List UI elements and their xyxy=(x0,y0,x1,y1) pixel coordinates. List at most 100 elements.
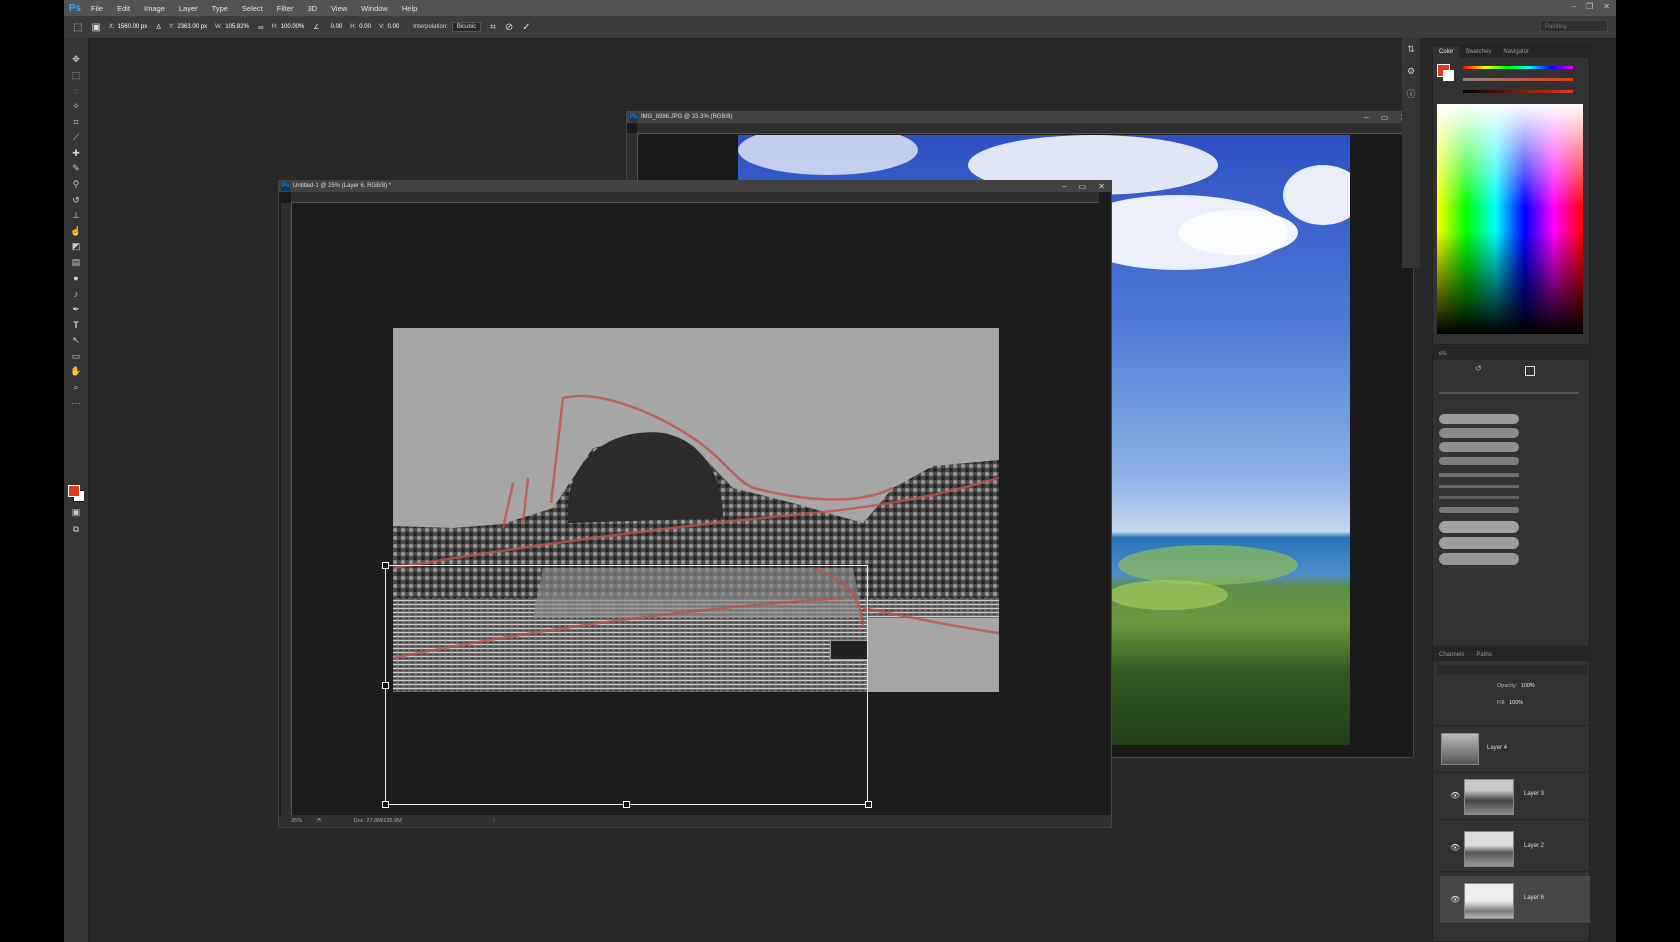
menu-image[interactable]: Image xyxy=(137,4,172,13)
doc-size-info[interactable]: Doc: 27.8M/135.9M xyxy=(354,818,402,824)
brightness-slider[interactable] xyxy=(1463,90,1573,93)
new-brush-icon[interactable] xyxy=(1525,366,1535,376)
tab-swatches[interactable]: Swatches xyxy=(1459,46,1497,58)
tab-channels[interactable]: Channels xyxy=(1433,649,1470,661)
visibility-eye-icon[interactable]: 👁 xyxy=(1450,843,1460,852)
document-tab-front[interactable]: Ps Untitled-1 @ 25% (Layer 6, RGB/8) * –… xyxy=(279,181,1111,192)
quick-mask-icon[interactable]: ▣ xyxy=(64,505,88,521)
menu-filter[interactable]: Filter xyxy=(270,4,301,13)
tab-paths[interactable]: Paths xyxy=(1470,649,1497,661)
chevron-right-icon[interactable]: › xyxy=(493,818,495,824)
eyedropper-tool-icon[interactable]: ⟋ xyxy=(64,130,88,146)
cancel-transform-icon[interactable]: ⊘ xyxy=(505,22,513,33)
layer-row[interactable]: Layer 4 xyxy=(1433,725,1589,773)
zoom-tool-icon[interactable]: ⌕ xyxy=(64,379,88,395)
visibility-eye-icon[interactable]: 👁 xyxy=(1450,791,1460,800)
healing-tool-icon[interactable]: ✚ xyxy=(64,146,88,162)
bg-color-swatch[interactable] xyxy=(1443,70,1454,81)
reset-icon[interactable]: ↺ xyxy=(1475,364,1482,373)
info-icon[interactable]: ⓘ xyxy=(1402,82,1420,104)
lasso-tool-icon[interactable]: ◌ xyxy=(64,83,88,99)
brush-tool-icon[interactable]: ✎ xyxy=(64,161,88,177)
clone-stamp-tool-icon[interactable]: ⚲ xyxy=(64,177,88,193)
fill-field[interactable]: 100% xyxy=(1509,700,1523,706)
marquee-tool-icon[interactable]: ⬚ xyxy=(64,68,88,84)
screen-mode-icon[interactable]: ⧉ xyxy=(64,522,88,538)
angle-field[interactable]: 0.00 xyxy=(331,24,343,30)
rectangle-tool-icon[interactable]: ▭ xyxy=(64,348,88,364)
path-selection-tool-icon[interactable]: ↖ xyxy=(64,333,88,349)
color-spectrum[interactable] xyxy=(1437,104,1583,334)
tool-preset-icon[interactable]: ⬚ xyxy=(73,22,82,33)
transform-handle[interactable] xyxy=(382,801,389,808)
gradient-tool-icon[interactable]: ▤ xyxy=(64,255,88,271)
hue-slider[interactable] xyxy=(1463,66,1573,69)
opacity-field[interactable]: 100% xyxy=(1521,683,1535,689)
h-field[interactable]: 100.00% xyxy=(281,24,305,30)
interpolation-select[interactable]: Bicubic xyxy=(451,22,482,32)
menu-view[interactable]: View xyxy=(324,4,354,13)
brush-stroke-list[interactable] xyxy=(1439,410,1519,630)
menu-edit[interactable]: Edit xyxy=(110,4,137,13)
magic-wand-tool-icon[interactable]: ✧ xyxy=(64,99,88,115)
transform-handle[interactable] xyxy=(382,562,389,569)
blur-tool-icon[interactable]: ● xyxy=(64,270,88,286)
reference-point-icon[interactable]: ▣ xyxy=(91,22,100,33)
warp-icon[interactable]: ⌗ xyxy=(490,22,496,33)
pen-tool-icon[interactable]: ✒ xyxy=(64,302,88,318)
menu-file[interactable]: File xyxy=(84,4,110,13)
layer-row-selected[interactable]: 👁 Layer 6 xyxy=(1440,876,1590,924)
link-icon[interactable]: ∞ xyxy=(258,23,264,32)
menu-layer[interactable]: Layer xyxy=(172,4,205,13)
move-tool-icon[interactable]: ✥ xyxy=(64,52,88,68)
transform-handle[interactable] xyxy=(382,682,389,689)
history-brush-tool-icon[interactable]: ↺ xyxy=(64,192,88,208)
menu-type[interactable]: Type xyxy=(205,4,235,13)
dodge-tool-icon[interactable]: ♪ xyxy=(64,286,88,302)
hand-tool-icon[interactable]: ✋ xyxy=(64,364,88,380)
history-icon[interactable]: ⇅ xyxy=(1402,38,1420,60)
properties-icon[interactable]: ⚙ xyxy=(1402,60,1420,82)
menu-help[interactable]: Help xyxy=(395,4,424,13)
layer-row[interactable]: 👁 Layer 2 xyxy=(1440,824,1590,872)
document-tab-back[interactable]: Ps IMG_8986.JPG @ 33.3% (RGB/8) –▭✕ xyxy=(627,112,1413,123)
y-field[interactable]: 2363.00 px xyxy=(177,24,207,30)
close-icon[interactable]: ✕ xyxy=(1098,181,1105,192)
transform-handle[interactable] xyxy=(865,801,872,808)
more-tools-icon[interactable]: ··· xyxy=(64,395,88,411)
minimize-icon[interactable]: – xyxy=(1062,181,1066,192)
restore-button[interactable]: ❐ xyxy=(1586,2,1593,11)
tab-color[interactable]: Color xyxy=(1433,46,1460,58)
workspace-select[interactable]: Painting xyxy=(1540,20,1608,32)
hskew-field[interactable]: 0.00 xyxy=(359,24,371,30)
maximize-icon[interactable]: ▭ xyxy=(1079,181,1087,192)
close-button[interactable]: ✕ xyxy=(1603,2,1610,11)
crop-tool-icon[interactable]: ⌗ xyxy=(64,114,88,130)
commit-transform-icon[interactable]: ✓ xyxy=(522,22,530,33)
zoom-level[interactable]: 25% xyxy=(291,818,302,824)
minimize-icon[interactable]: – xyxy=(1364,112,1368,123)
share-icon[interactable]: ⇱ xyxy=(318,818,323,824)
minimize-button[interactable]: – xyxy=(1572,2,1576,11)
menu-window[interactable]: Window xyxy=(354,4,395,13)
brush-size-slider[interactable] xyxy=(1439,392,1579,394)
vskew-field[interactable]: 0.00 xyxy=(387,24,399,30)
smudge-tool-icon[interactable]: ☝ xyxy=(64,224,88,240)
foreground-color-swatch[interactable] xyxy=(68,485,80,497)
maximize-icon[interactable]: ▭ xyxy=(1381,112,1389,123)
stamp-tool-icon[interactable]: ⊥ xyxy=(64,208,88,224)
w-field[interactable]: 105.82% xyxy=(225,24,249,30)
eraser-tool-icon[interactable]: ◩ xyxy=(64,239,88,255)
tab-brushes[interactable]: els xyxy=(1433,348,1453,360)
x-field[interactable]: 1560.00 px xyxy=(118,24,148,30)
transform-handle[interactable] xyxy=(623,801,630,808)
menu-3d[interactable]: 3D xyxy=(300,4,324,13)
layer-row[interactable]: 👁 Layer 3 xyxy=(1440,772,1590,820)
visibility-eye-icon[interactable]: 👁 xyxy=(1450,895,1460,904)
transform-bounding-box[interactable] xyxy=(385,565,868,805)
type-tool-icon[interactable]: T xyxy=(64,317,88,333)
layer-filter-bar[interactable] xyxy=(1437,665,1587,675)
tab-navigator[interactable]: Navigator xyxy=(1497,46,1535,58)
saturation-slider[interactable] xyxy=(1463,78,1573,81)
menu-select[interactable]: Select xyxy=(235,4,270,13)
